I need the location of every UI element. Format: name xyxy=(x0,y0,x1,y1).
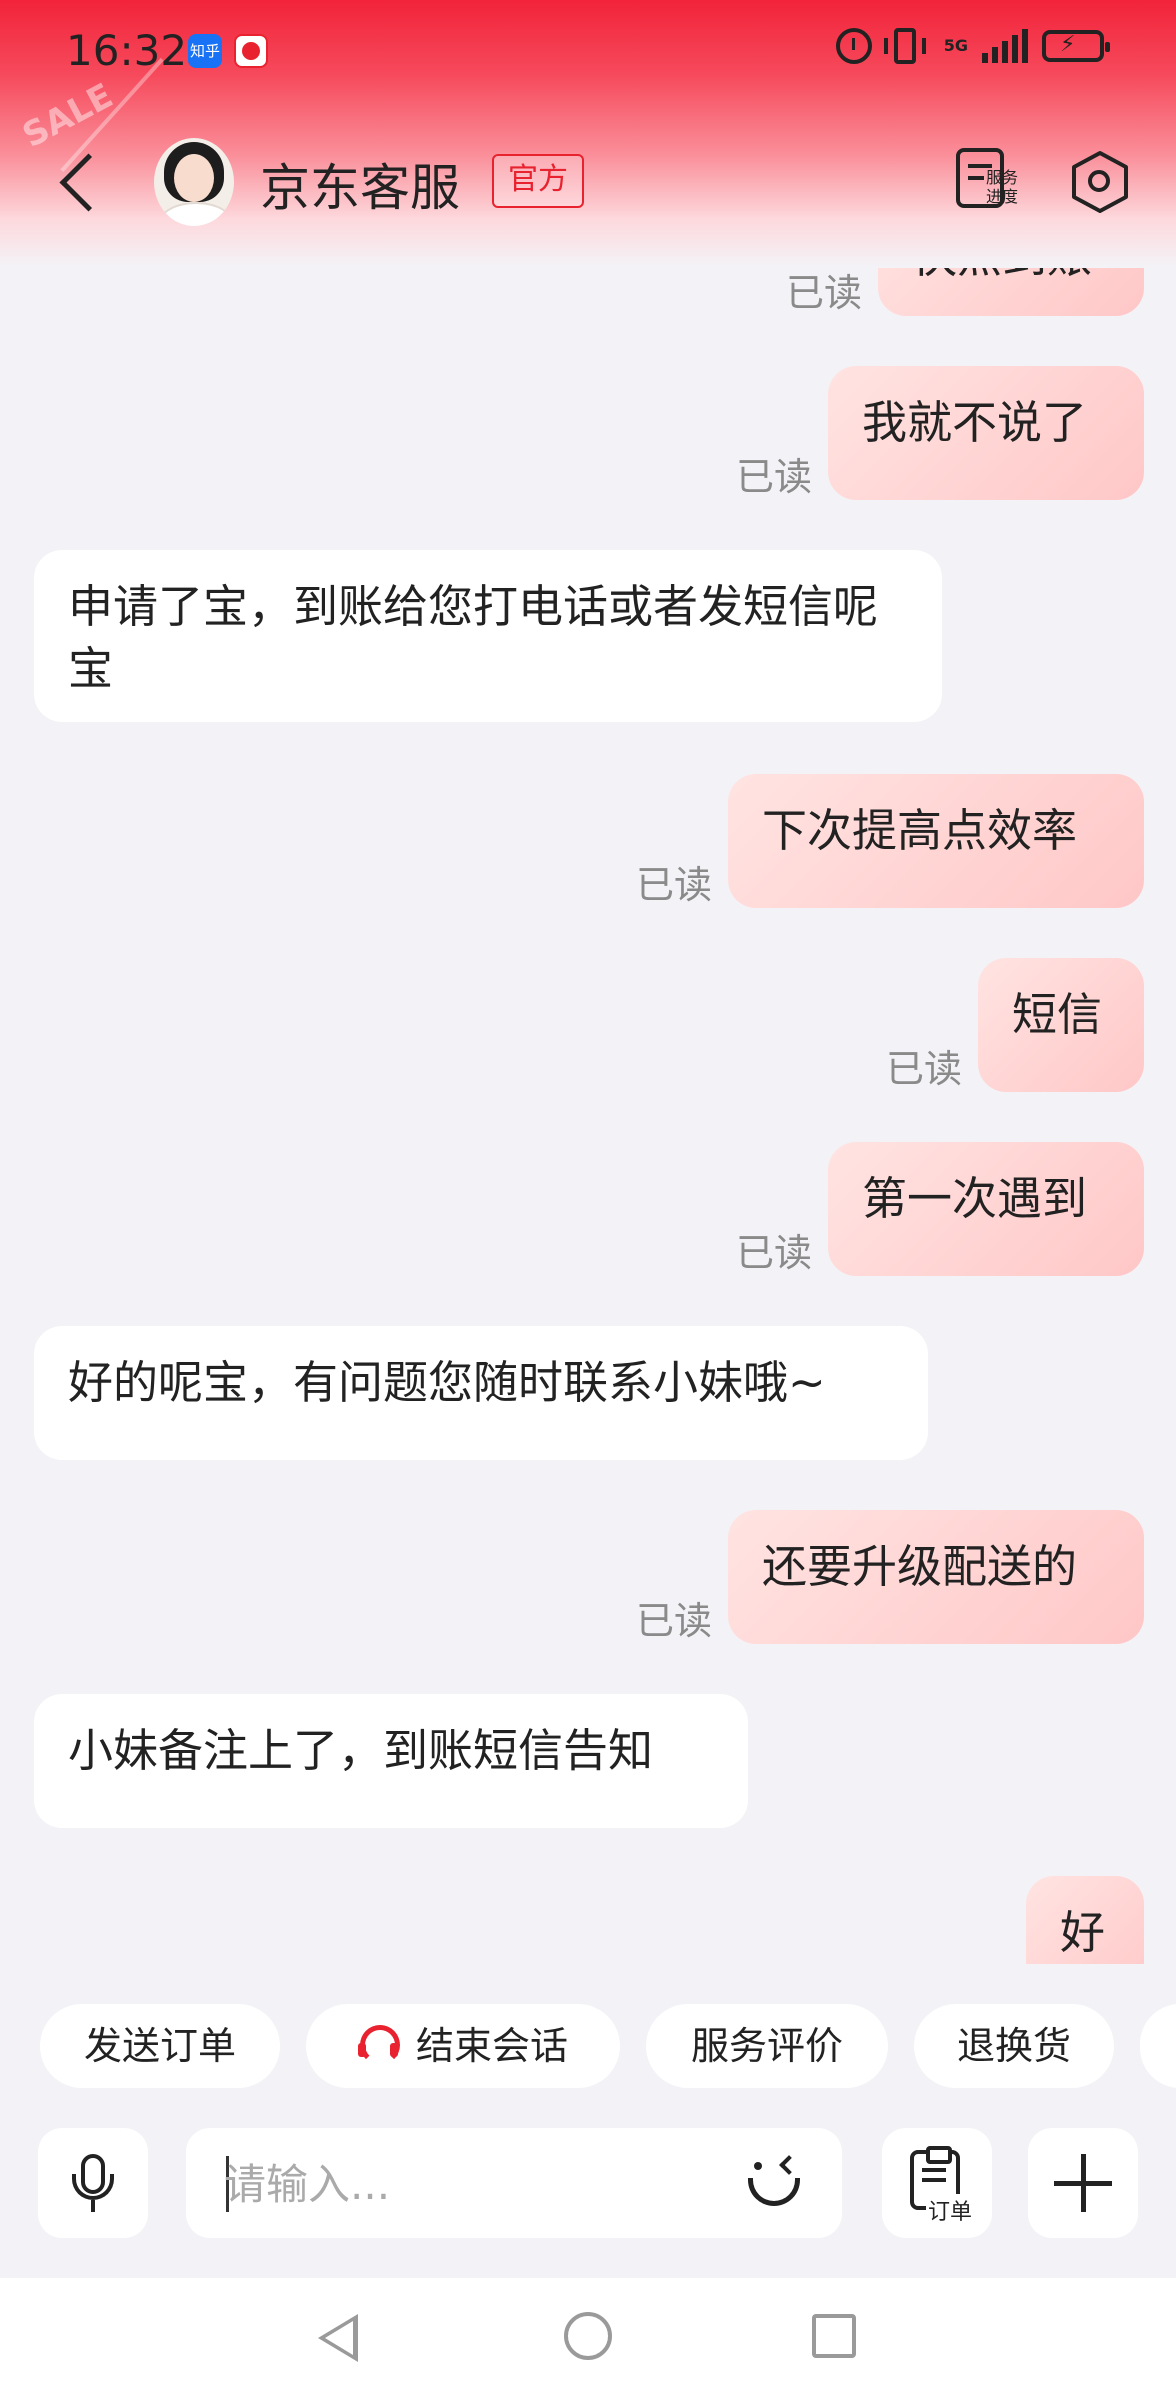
chat-header: SALE 16:32 知乎 5G ⚡ 京东客服 官方 服务进度 xyxy=(0,0,1176,268)
service-rating-button[interactable]: 服务评价 xyxy=(646,2004,888,2088)
order-label: 订单 xyxy=(926,2194,975,2226)
headset-icon xyxy=(357,2025,400,2065)
message-bubble-sent[interactable]: 下次提高点效率 xyxy=(728,774,1144,908)
message-bubble-received[interactable]: 申请了宝，到账给您打电话或者发短信呢宝 xyxy=(34,550,942,722)
service-progress-button[interactable]: 服务进度 xyxy=(950,146,1022,216)
app-notification-icon xyxy=(234,34,268,68)
nav-back-icon[interactable] xyxy=(318,2314,358,2362)
order-button[interactable]: 订单 xyxy=(882,2128,992,2238)
chat-screen: 快点到账 已读 我就不说了 已读 申请了宝，到账给您打电话或者发短信呢宝 下次提… xyxy=(0,0,1176,2400)
message-text: 小妹备注上了，到账短信告知 xyxy=(68,1724,654,1777)
message-bubble-sent[interactable]: 好 xyxy=(1026,1876,1144,1964)
voice-input-button[interactable] xyxy=(38,2128,148,2238)
chip-label: 结束会话 xyxy=(415,2024,568,2068)
more-actions-chip[interactable] xyxy=(1140,2004,1176,2088)
nav-recent-apps-icon[interactable] xyxy=(812,2314,856,2358)
page-title: 京东客服 xyxy=(260,159,460,217)
message-bubble-sent[interactable]: 第一次遇到 xyxy=(828,1142,1144,1276)
chip-label: 服务评价 xyxy=(690,2024,843,2068)
return-exchange-button[interactable]: 退换货 xyxy=(914,2004,1114,2088)
read-status: 已读 xyxy=(636,863,713,907)
settings-center-dot xyxy=(1088,170,1110,192)
settings-button[interactable] xyxy=(1066,146,1138,218)
network-type: 5G xyxy=(943,36,968,55)
chip-label: 退换货 xyxy=(956,2024,1071,2068)
official-badge: 官方 xyxy=(492,154,584,208)
alarm-icon xyxy=(835,28,872,64)
nav-home-icon[interactable] xyxy=(564,2312,612,2360)
signal-icon xyxy=(982,29,1028,63)
system-navigation-bar xyxy=(0,2278,1176,2400)
read-status: 已读 xyxy=(886,1047,963,1091)
chip-label: 发送订单 xyxy=(83,2024,236,2068)
more-button[interactable] xyxy=(1028,2128,1138,2238)
send-order-button[interactable]: 发送订单 xyxy=(40,2004,280,2088)
read-status: 已读 xyxy=(736,1231,813,1275)
message-bubble-received[interactable]: 小妹备注上了，到账短信告知 xyxy=(34,1694,748,1828)
back-button[interactable] xyxy=(50,148,110,218)
vibrate-icon xyxy=(883,28,926,64)
message-text: 还要升级配送的 xyxy=(762,1540,1078,1593)
emoji-button[interactable] xyxy=(742,2152,806,2216)
status-right-icons: 5G ⚡ xyxy=(835,28,1110,64)
read-status: 已读 xyxy=(736,455,813,499)
message-text: 第一次遇到 xyxy=(862,1172,1088,1225)
zhihu-icon: 知乎 xyxy=(188,34,222,68)
message-text: 好的呢宝，有问题您随时联系小妹哦~ xyxy=(68,1356,826,1409)
status-time: 16:32 xyxy=(66,26,188,75)
message-text: 短信 xyxy=(1012,988,1103,1041)
service-progress-label: 服务进度 xyxy=(986,168,1019,206)
zhihu-label: 知乎 xyxy=(189,42,220,60)
sale-decoration: SALE xyxy=(16,75,120,157)
read-status: 已读 xyxy=(786,271,863,315)
quick-action-bar[interactable]: 发送订单 结束会话 服务评价 退换货 xyxy=(0,1996,1176,2096)
message-bubble-sent[interactable]: 我就不说了 xyxy=(828,366,1144,500)
message-clip-area: 好 xyxy=(0,1860,1176,1964)
read-status: 已读 xyxy=(636,1599,713,1643)
avatar[interactable] xyxy=(154,138,234,226)
message-text: 申请了宝，到账给您打电话或者发短信呢宝 xyxy=(68,580,879,695)
battery-charging-icon: ⚡ xyxy=(1042,30,1110,62)
message-bubble-received[interactable]: 好的呢宝，有问题您随时联系小妹哦~ xyxy=(34,1326,928,1460)
message-input-box[interactable] xyxy=(186,2128,842,2238)
message-text: 我就不说了 xyxy=(862,396,1088,449)
end-session-button[interactable]: 结束会话 xyxy=(306,2004,620,2088)
message-text: 好 xyxy=(1060,1906,1106,1959)
message-text: 下次提高点效率 xyxy=(762,804,1078,857)
message-bubble-sent[interactable]: 短信 xyxy=(978,958,1144,1092)
message-bubble-sent[interactable]: 还要升级配送的 xyxy=(728,1510,1144,1644)
message-input[interactable] xyxy=(222,2148,706,2220)
